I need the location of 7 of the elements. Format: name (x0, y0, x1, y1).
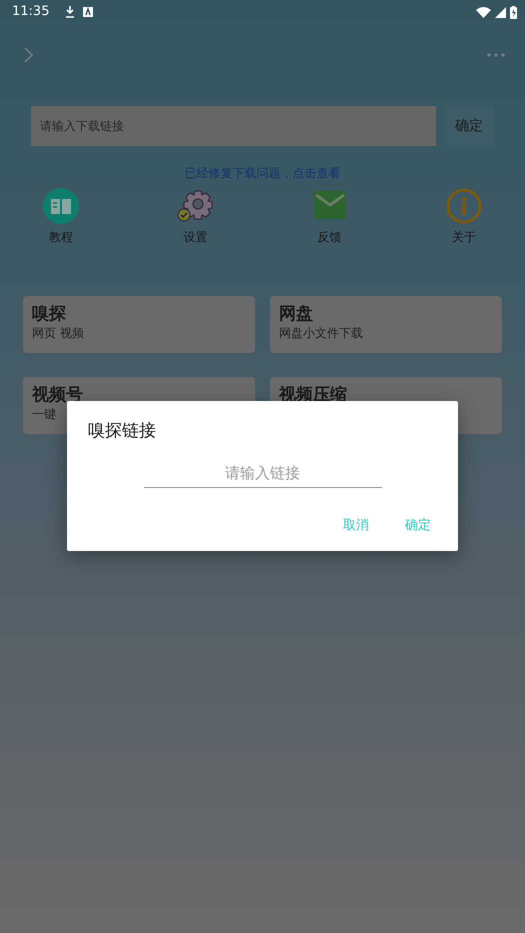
card-subtitle: 网盘小文件下载 (279, 325, 364, 342)
card-subtitle: 一键 (32, 406, 57, 424)
dialog-title: 嗅探链接 (88, 420, 157, 443)
card-subtitle: 网页 视频 (32, 325, 85, 342)
card-title: 网盘 (279, 304, 314, 324)
clock: 11:35 (12, 3, 50, 22)
card-title: 嗅探 (32, 304, 67, 324)
